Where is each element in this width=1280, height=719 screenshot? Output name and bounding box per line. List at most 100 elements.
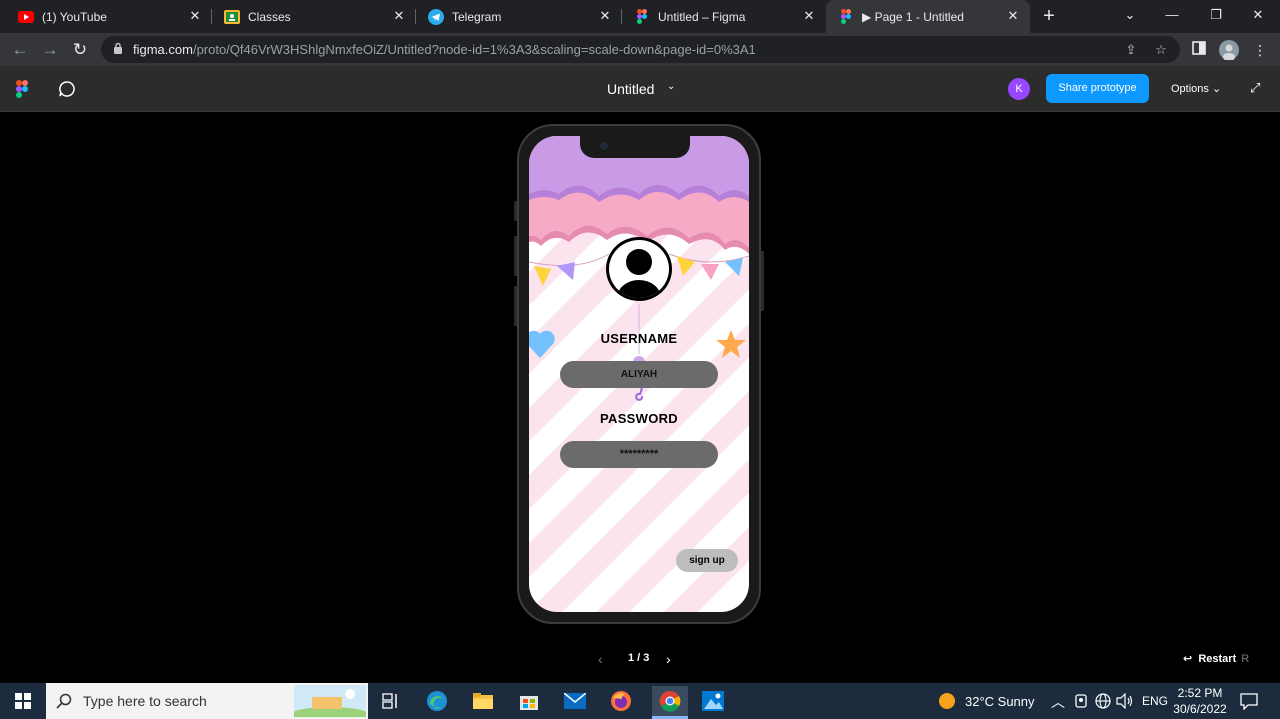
chevron-down-icon[interactable]: ⌄ [667, 81, 675, 92]
password-input[interactable]: ********* [560, 441, 718, 468]
clock-time: 2:52 PM [1177, 686, 1223, 700]
tab-classes[interactable]: Classes ✕ [212, 0, 416, 33]
user-silhouette-icon [617, 249, 661, 298]
search-placeholder: Type here to search [83, 693, 207, 709]
comment-icon[interactable] [58, 80, 76, 103]
url-path: /proto/Qf46VrW3HShlgNmxfeOiZ/Untitled?no… [192, 42, 756, 57]
phone-side-button [514, 286, 517, 326]
tab-figma-prototype[interactable]: ▶ Page 1 - Untitled ✕ [826, 0, 1030, 33]
windows-taskbar: Type here to search 32°C Sunny ︿ ENG 2:5… [0, 683, 1280, 719]
phone-side-button [514, 236, 517, 276]
notifications-icon[interactable] [1240, 692, 1258, 713]
next-frame-icon[interactable]: › [666, 651, 671, 667]
sign-up-button[interactable]: sign up [676, 549, 738, 572]
telegram-icon [428, 8, 444, 25]
back-arrow-icon[interactable]: ← [8, 38, 32, 62]
phone-side-button [761, 251, 764, 311]
file-explorer-icon[interactable] [468, 686, 498, 716]
minimize-button[interactable]: — [1150, 0, 1194, 30]
file-title[interactable]: Untitled [607, 81, 654, 97]
frame-counter: 1 / 3 [628, 652, 650, 664]
side-panel-icon[interactable] [1189, 40, 1209, 60]
previous-frame-icon[interactable]: ‹ [598, 651, 603, 667]
tab-telegram[interactable]: Telegram ✕ [416, 0, 622, 33]
tab-label: Untitled – Figma [658, 9, 746, 24]
figma-prototype-bar: Untitled ⌄ K Share prototype Options ⌄ ⤢ [0, 66, 1280, 112]
chrome-icon[interactable] [652, 686, 688, 716]
reload-icon[interactable]: ↻ [68, 38, 92, 62]
login-screen: USERNAME ALIYAH PASSWORD ********* sign … [529, 136, 749, 612]
tab-label: Classes [248, 9, 291, 24]
figma-icon [838, 9, 854, 25]
restore-button[interactable]: ❐ [1194, 0, 1238, 30]
options-menu[interactable]: Options ⌄ [1171, 82, 1221, 95]
tab-label: Telegram [452, 9, 502, 24]
forward-arrow-icon[interactable]: → [38, 38, 62, 62]
url-host: figma.com [133, 42, 193, 57]
bookmark-star-icon[interactable]: ☆ [1153, 42, 1169, 58]
taskbar-search-box[interactable]: Type here to search [46, 683, 368, 719]
address-bar[interactable]: figma.com/proto/Qf46VrW3HShlgNmxfeOiZ/Un… [101, 36, 1180, 63]
restart-label: Restart [1198, 653, 1237, 665]
weather-sun-icon[interactable] [938, 692, 956, 710]
password-label: PASSWORD [600, 411, 678, 426]
task-view-icon[interactable] [376, 686, 406, 716]
youtube-icon [18, 9, 34, 25]
restart-button[interactable]: ↩ Restart R [1183, 652, 1249, 665]
input-language[interactable]: ENG [1142, 694, 1168, 708]
meet-now-icon[interactable] [1074, 693, 1088, 712]
browser-menu-icon[interactable]: ⋮ [1250, 40, 1270, 60]
front-camera-icon [600, 142, 608, 150]
username-label: USERNAME [600, 331, 678, 346]
chevron-down-icon: ⌄ [1211, 83, 1222, 95]
firefox-icon[interactable] [606, 686, 636, 716]
edge-icon[interactable] [422, 686, 452, 716]
close-tab-icon[interactable]: ✕ [598, 9, 612, 23]
frame-pager: ‹ 1 / 3 › [598, 651, 680, 667]
share-prototype-button[interactable]: Share prototype [1046, 74, 1149, 103]
browser-toolbar: ← → ↻ figma.com/proto/Qf46VrW3HShlgNmxfe… [0, 33, 1280, 66]
new-tab-button[interactable]: + [1038, 5, 1060, 27]
close-tab-icon[interactable]: ✕ [392, 9, 406, 23]
tab-label: (1) YouTube [42, 9, 107, 24]
clock[interactable]: 2:52 PM 30/6/2022 [1170, 683, 1230, 719]
balloon-string-decoration [633, 304, 645, 401]
start-button[interactable] [0, 683, 46, 719]
lock-icon [113, 42, 123, 60]
show-hidden-icons-chevron-icon[interactable]: ︿ [1051, 692, 1065, 712]
figma-icon [634, 9, 650, 25]
classroom-icon [224, 9, 240, 25]
phone-notch [580, 136, 690, 158]
browser-tab-strip: (1) YouTube ✕ Classes ✕ Telegram ✕ Untit… [0, 0, 1280, 33]
username-input[interactable]: ALIYAH [560, 361, 718, 388]
close-tab-icon[interactable]: ✕ [802, 9, 816, 23]
windows-logo-icon [15, 693, 31, 709]
photos-icon[interactable] [698, 686, 728, 716]
url-text: figma.com/proto/Qf46VrW3HShlgNmxfeOiZ/Un… [133, 42, 756, 57]
close-window-button[interactable]: ✕ [1236, 0, 1280, 30]
fullscreen-icon[interactable]: ⤢ [1250, 80, 1260, 96]
microsoft-store-icon[interactable] [514, 686, 544, 716]
restart-icon: ↩ [1183, 653, 1193, 665]
clock-date: 30/6/2022 [1173, 702, 1227, 716]
network-globe-icon[interactable] [1095, 693, 1111, 712]
close-tab-icon[interactable]: ✕ [1006, 9, 1020, 23]
figma-logo-icon[interactable] [16, 80, 28, 103]
tab-label: ▶ Page 1 - Untitled [862, 9, 964, 24]
user-avatar[interactable]: K [1008, 78, 1030, 100]
search-icon [56, 693, 72, 709]
close-tab-icon[interactable]: ✕ [188, 9, 202, 23]
weather-text[interactable]: 32°C Sunny [965, 694, 1035, 709]
prototype-canvas: USERNAME ALIYAH PASSWORD ********* sign … [0, 112, 1280, 683]
search-highlight-illustration [294, 685, 366, 717]
tab-search-chevron-icon[interactable]: ⌄ [1108, 0, 1152, 30]
share-page-icon[interactable]: ⇪ [1123, 42, 1139, 58]
options-label: Options [1171, 83, 1209, 95]
profile-avatar[interactable] [1219, 40, 1239, 61]
profile-avatar-placeholder [606, 237, 672, 301]
tab-figma-file[interactable]: Untitled – Figma ✕ [622, 0, 826, 33]
restart-shortcut: R [1241, 653, 1250, 665]
mail-icon[interactable] [560, 686, 590, 716]
tab-youtube[interactable]: (1) YouTube ✕ [0, 0, 212, 33]
volume-icon[interactable] [1116, 692, 1134, 712]
